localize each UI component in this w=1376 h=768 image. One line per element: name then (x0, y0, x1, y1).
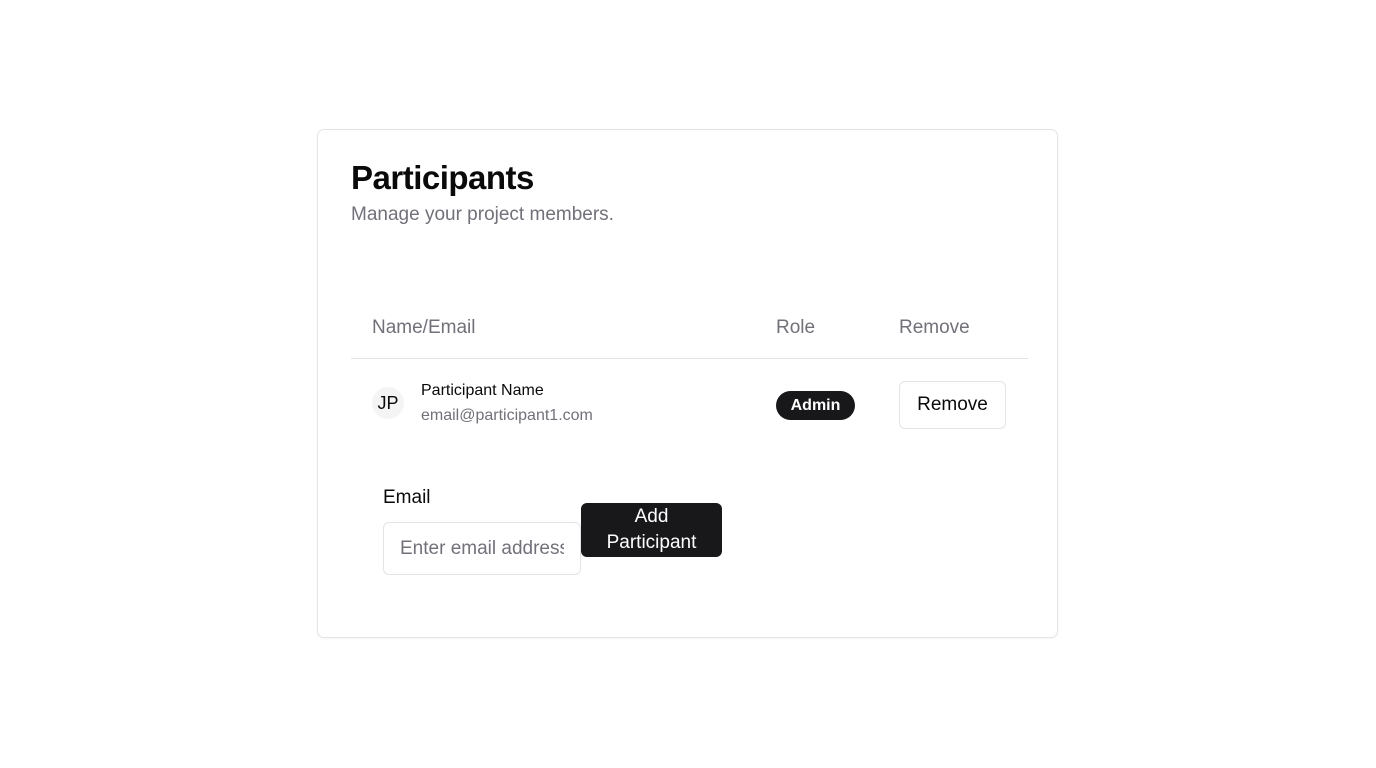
participants-card: Participants Manage your project members… (317, 129, 1058, 638)
table-row: JP Participant Name email@participant1.c… (351, 359, 1028, 451)
column-header-role: Role (776, 317, 816, 338)
card-title: Participants (351, 159, 534, 196)
email-label: Email (383, 487, 431, 508)
participant-email: email@participant1.com (421, 407, 593, 424)
column-header-name-email: Name/Email (372, 317, 476, 338)
remove-button[interactable]: Remove (899, 381, 1006, 429)
email-input[interactable] (383, 522, 581, 575)
table-header: Name/Email Role Remove (351, 300, 1028, 359)
role-badge: Admin (776, 391, 855, 420)
participants-table: Name/Email Role Remove JP Participant Na… (351, 300, 1028, 451)
card-subtitle: Manage your project members. (351, 204, 614, 225)
column-header-remove: Remove (899, 317, 970, 338)
add-participant-button[interactable]: Add Participant (581, 503, 722, 557)
avatar: JP (372, 387, 404, 419)
participant-name: Participant Name (421, 382, 544, 399)
